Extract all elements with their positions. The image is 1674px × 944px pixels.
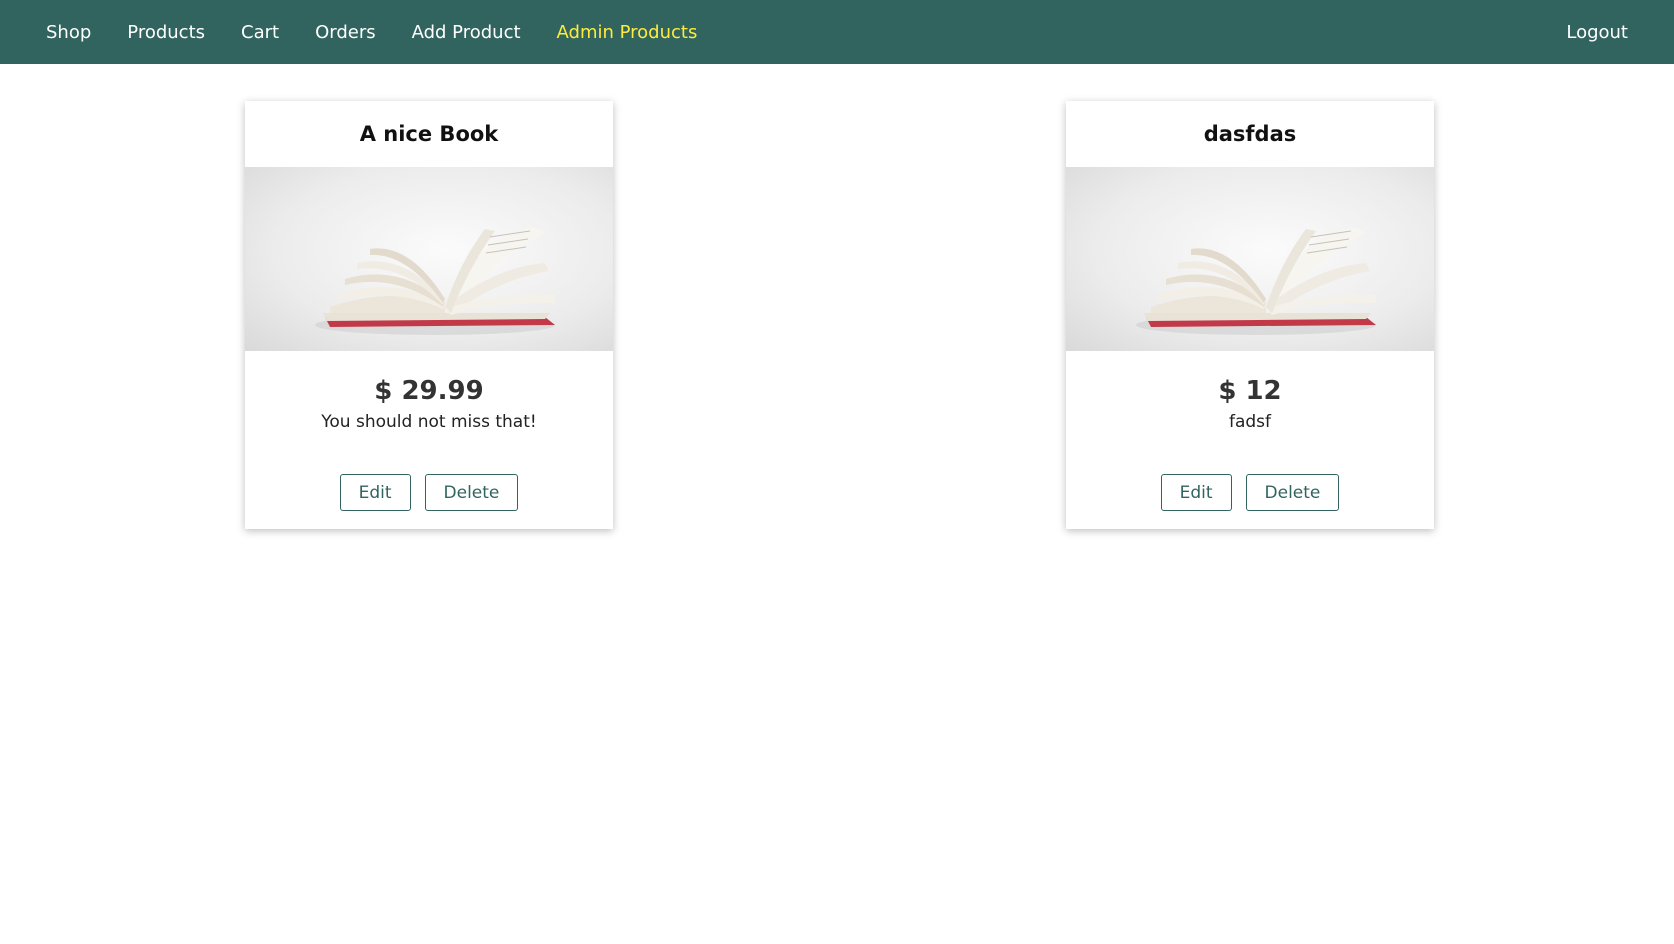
open-book-image (315, 227, 555, 335)
delete-button[interactable]: Delete (1245, 474, 1340, 511)
product-price: $ 12 (1218, 376, 1282, 406)
product-actions: Edit Delete (245, 474, 613, 511)
main-nav: Shop Products Cart Orders Add Product Ad… (46, 22, 697, 43)
edit-button[interactable]: Edit (339, 474, 411, 511)
product-content: $ 12 fadsf (1066, 351, 1434, 433)
product-image (245, 167, 613, 351)
product-title: A nice Book (359, 122, 499, 146)
product-content: $ 29.99 You should not miss that! (245, 351, 613, 433)
product-description: You should not miss that! (321, 412, 537, 432)
nav-link-cart[interactable]: Cart (241, 22, 279, 43)
delete-button[interactable]: Delete (424, 474, 519, 511)
nav-link-shop[interactable]: Shop (46, 22, 91, 43)
product-description: fadsf (1228, 412, 1272, 432)
nav-link-orders[interactable]: Orders (315, 22, 376, 43)
product-actions: Edit Delete (1066, 474, 1434, 511)
open-book-image (1136, 227, 1376, 335)
nav-link-admin-products[interactable]: Admin Products (557, 22, 698, 43)
nav-link-add-product[interactable]: Add Product (412, 22, 521, 43)
nav-link-products[interactable]: Products (127, 22, 205, 43)
product-card: dasfdas $ 12 fadsf Edit Delete (1066, 101, 1434, 529)
product-price: $ 29.99 (374, 376, 484, 406)
edit-button[interactable]: Edit (1160, 474, 1232, 511)
product-title: dasfdas (1203, 122, 1297, 146)
product-card: A nice Book $ 29.99 You should not miss … (245, 101, 613, 529)
main-header: Shop Products Cart Orders Add Product Ad… (0, 0, 1674, 64)
logout-link[interactable]: Logout (1566, 22, 1628, 43)
product-image (1066, 167, 1434, 351)
